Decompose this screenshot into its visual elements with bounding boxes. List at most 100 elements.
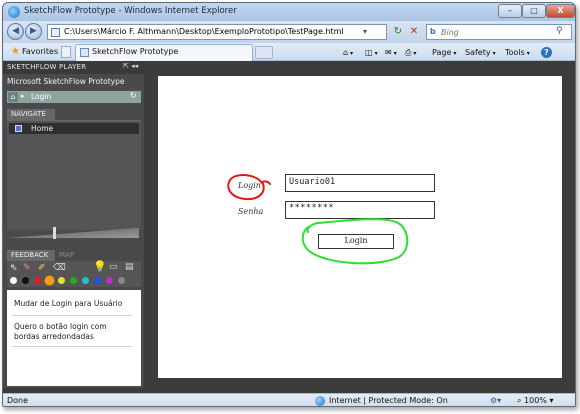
window-title: SketchFlow Prototype - Windows Internet … (24, 6, 237, 16)
minimize-button[interactable]: – (498, 4, 522, 18)
folder-icon[interactable]: ▤ (125, 262, 134, 272)
color-swatch[interactable] (82, 277, 89, 284)
pen-icon[interactable]: ✎ (23, 263, 31, 273)
tab-sketchflow[interactable]: SketchFlow Prototype (75, 44, 253, 61)
highlighter-icon[interactable]: ✐ (38, 263, 46, 273)
tab-map[interactable]: MAP (57, 250, 79, 261)
nav-item-label: Home (31, 124, 54, 133)
address-dropdown-icon[interactable]: ▾ (363, 27, 367, 36)
address-toolbar: ◀ ▶ C:\Users\Márcio F. Althmann\Desktop\… (3, 21, 575, 43)
close-button[interactable]: X (546, 4, 575, 18)
zoom-value: 100% (524, 396, 547, 405)
title-bar: SketchFlow Prototype - Windows Internet … (3, 3, 575, 21)
tab-page-icon (80, 48, 89, 57)
feedback-divider (12, 315, 132, 316)
feeds-icon[interactable]: ◫ ▾ (365, 46, 378, 59)
help-icon[interactable]: ? (541, 47, 552, 58)
feedback-item[interactable]: Quero o botão login com bordas arredonda… (14, 322, 134, 342)
mail-icon[interactable]: ✉ ▾ (385, 46, 397, 59)
star-icon: ★ (11, 46, 20, 57)
favorites-button[interactable]: ★ Favorites (7, 45, 62, 59)
address-bar[interactable]: C:\Users\Márcio F. Althmann\Desktop\Exem… (47, 24, 387, 40)
password-value: ******** (289, 203, 334, 213)
tab-feedback[interactable]: FEEDBACK (7, 250, 55, 261)
project-name: Microsoft SketchFlow Prototype (7, 77, 125, 86)
print-icon[interactable]: ⎙ ▾ (405, 46, 416, 59)
safety-menu-label: Safety (465, 48, 491, 57)
login-button[interactable]: Login (318, 234, 394, 249)
feedback-toolbar: ⇖ ✎ ✐ ⌫ 💡 ▭ ▤ (7, 261, 141, 287)
feedback-tab-label: FEEDBACK (11, 251, 49, 259)
refresh-icon[interactable]: ↻ (391, 25, 405, 39)
refresh-icon[interactable]: ↻ (130, 91, 137, 100)
color-swatch[interactable] (118, 277, 125, 284)
safety-menu[interactable]: Safety ▾ (465, 46, 496, 59)
password-field[interactable]: ******** (285, 201, 435, 219)
popup-blocker-icon[interactable]: ⚙▾ (490, 396, 501, 405)
globe-icon (315, 396, 325, 406)
address-url[interactable]: C:\Users\Márcio F. Althmann\Desktop\Exem… (64, 27, 344, 36)
home-icon[interactable]: ⌂ (8, 92, 18, 102)
feedback-divider (12, 346, 132, 347)
color-swatch[interactable] (22, 277, 29, 284)
tab-navigate[interactable]: NAVIGATE (7, 109, 55, 120)
color-swatch[interactable] (106, 277, 113, 284)
screen-icon (15, 125, 22, 132)
eraser-icon[interactable]: ⌫ (53, 263, 66, 273)
search-icon[interactable]: ⚲ (556, 26, 563, 36)
nav-item-home[interactable]: Home (9, 123, 139, 134)
zoom-level[interactable]: ⌕ 100% ▾ (517, 396, 553, 406)
username-value: Usuario01 (289, 177, 336, 187)
favorites-label: Favorites (21, 47, 59, 56)
color-palette (10, 276, 140, 285)
maximize-button[interactable]: □ (522, 4, 546, 18)
status-text: Done (7, 396, 29, 405)
lightbulb-icon[interactable]: 💡 (93, 261, 107, 272)
stop-icon[interactable]: ✕ (407, 25, 421, 39)
page-menu[interactable]: Page ▾ (432, 46, 456, 59)
color-swatch[interactable] (70, 277, 77, 284)
feedback-list: Mudar de Login para Usuário Quero o botã… (7, 290, 141, 386)
player-window-controls[interactable]: ⇱ ◂◂ (123, 62, 138, 70)
color-swatch[interactable] (58, 277, 65, 284)
search-input[interactable] (441, 26, 553, 38)
prototype-canvas (158, 76, 562, 378)
color-swatch[interactable] (46, 277, 53, 284)
page-icon (51, 28, 60, 37)
username-field[interactable]: Usuario01 (285, 174, 435, 192)
select-arrow-icon[interactable]: ⇖ (10, 263, 18, 273)
color-swatch[interactable] (34, 277, 41, 284)
new-tab-button[interactable] (255, 46, 273, 59)
tab-label: SketchFlow Prototype (92, 47, 179, 56)
add-favorite-icon[interactable] (61, 46, 71, 58)
color-swatch[interactable] (10, 277, 17, 284)
search-box[interactable]: b ⚲ (426, 24, 572, 40)
zoom-slider[interactable] (7, 227, 141, 240)
ie-logo-icon (8, 6, 20, 18)
back-button[interactable]: ◀ (7, 23, 24, 40)
tools-menu-label: Tools (505, 48, 525, 57)
map-tab-label: MAP (59, 251, 75, 259)
password-label: Senha (238, 207, 264, 216)
play-icon[interactable]: ▸ (21, 92, 25, 100)
navigate-tab-label: NAVIGATE (11, 110, 46, 118)
player-title: SKETCHFLOW PLAYER (7, 63, 87, 71)
zoom-slider-thumb[interactable] (53, 227, 56, 239)
sketchflow-header: SKETCHFLOW PLAYER ⇱ ◂◂ (3, 62, 144, 74)
favorites-bar: ★ Favorites SketchFlow Prototype ⌂ ▾ ◫ ▾ ✉ ▾… (3, 43, 575, 61)
feedback-tabs: FEEDBACK MAP (7, 250, 141, 261)
forward-button[interactable]: ▶ (25, 23, 42, 40)
comment-icon[interactable]: ▭ (109, 262, 118, 272)
current-screen-label: Login (31, 92, 52, 101)
page-menu-label: Page (432, 48, 452, 57)
bing-logo-icon: b (430, 27, 436, 36)
tools-menu[interactable]: Tools ▾ (505, 46, 530, 59)
login-label: Login (238, 181, 261, 190)
zoom-slider-track[interactable] (9, 228, 139, 238)
zoom-icon: ⌕ (517, 396, 525, 405)
color-swatch[interactable] (94, 277, 101, 284)
feedback-item[interactable]: Mudar de Login para Usuário (14, 299, 122, 308)
status-bar: Done Internet | Protected Mode: On ⚙▾ ⌕ … (3, 393, 575, 406)
home-icon[interactable]: ⌂ ▾ (343, 46, 353, 59)
security-zone[interactable]: Internet | Protected Mode: On (329, 396, 448, 405)
